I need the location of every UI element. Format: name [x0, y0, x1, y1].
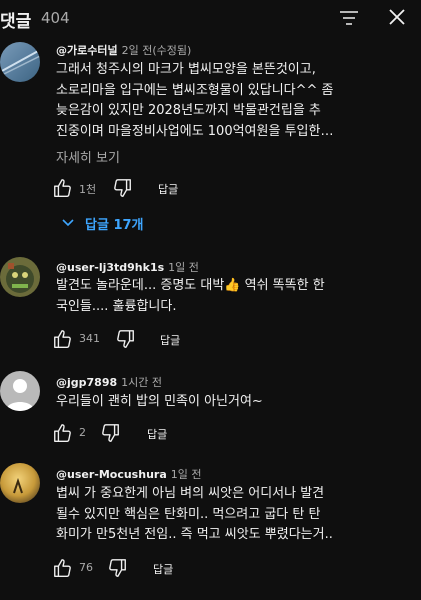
comment-text: 발견도 놀라운데... 증명도 대박👍 역쉬 똑똑한 한 국인들.... 훌륭합…	[56, 278, 325, 314]
thumbs-up-icon[interactable]	[52, 328, 74, 350]
reply-button[interactable]: 답글	[153, 561, 173, 577]
close-icon[interactable]	[385, 5, 409, 29]
avatar[interactable]	[0, 463, 40, 503]
comment-author[interactable]: @jgp7898	[56, 376, 117, 389]
thumbs-down-icon[interactable]	[106, 557, 128, 579]
avatar[interactable]	[0, 257, 40, 297]
comment-meta: @가로수터널 2일 전(수정됨)	[56, 42, 191, 58]
avatar[interactable]	[0, 42, 40, 82]
comments-header: 댓글 404	[0, 0, 421, 40]
reply-button[interactable]: 답글	[147, 426, 167, 442]
comments-count: 404	[41, 9, 70, 27]
comment-time: 1일 전	[170, 468, 202, 481]
comment-item: @user-lj3td9hk1s 1일 전 발견도 놀라운데... 증명도 대박👍…	[0, 254, 421, 354]
comment-author[interactable]: @가로수터널	[56, 44, 118, 57]
like-count: 2	[79, 426, 86, 439]
comment-item: @jgp7898 1시간 전 우리들이 괜히 밥의 민족이 아닌거여~ 2 답글	[0, 368, 421, 448]
comment-actions: 341 답글	[52, 328, 252, 352]
like-count: 341	[79, 332, 100, 345]
comment-text: 그래서 청주시의 마크가 볍씨모양을 본뜬것이고, 소로리마을 입구에는 볍씨조…	[56, 62, 334, 139]
thumbs-down-icon[interactable]	[111, 177, 133, 199]
comment-actions: 76 답글	[52, 557, 252, 581]
comment-actions: 2 답글	[52, 422, 252, 446]
thumbs-up-icon[interactable]	[52, 557, 74, 579]
thumbs-down-icon[interactable]	[99, 422, 121, 444]
reply-button[interactable]: 답글	[158, 181, 178, 197]
comment-actions: 1천 답글	[52, 177, 252, 201]
comment-meta: @user-Mocushura 1일 전	[56, 466, 202, 482]
thumbs-down-icon[interactable]	[114, 328, 136, 350]
comment-author[interactable]: @user-Mocushura	[56, 468, 167, 481]
thumbs-up-icon[interactable]	[52, 422, 74, 444]
comments-title: 댓글	[0, 12, 32, 32]
comment-item: @user-Mocushura 1일 전 볍씨 가 중요한게 아님 벼의 씨앗은 …	[0, 462, 421, 592]
like-count: 76	[79, 561, 93, 574]
reply-button[interactable]: 답글	[160, 332, 180, 348]
comment-text: 우리들이 괜히 밥의 민족이 아닌거여~	[56, 394, 263, 409]
read-more-link[interactable]: 자세히 보기	[56, 147, 120, 166]
chevron-down-icon	[62, 219, 74, 227]
comment-item: @가로수터널 2일 전(수정됨) 그래서 청주시의 마크가 볍씨모양을 본뜬것이고…	[0, 38, 421, 238]
like-count: 1천	[79, 183, 97, 196]
comment-time: 2일 전(수정됨)	[121, 44, 192, 57]
comment-author[interactable]: @user-lj3td9hk1s	[56, 261, 164, 274]
comment-time: 1일 전	[168, 261, 199, 274]
comment-time: 1시간 전	[121, 376, 162, 389]
comment-meta: @user-lj3td9hk1s 1일 전	[56, 259, 199, 275]
comment-text: 볍씨 가 중요한게 아님 벼의 씨앗은 어디서나 발견 될수 있지만 핵심은 탄…	[56, 486, 333, 542]
comment-meta: @jgp7898 1시간 전	[56, 374, 162, 390]
thumbs-up-icon[interactable]	[52, 177, 74, 199]
sort-icon[interactable]	[337, 6, 361, 30]
avatar[interactable]	[0, 371, 40, 411]
replies-count: 답글 17개	[85, 218, 144, 233]
